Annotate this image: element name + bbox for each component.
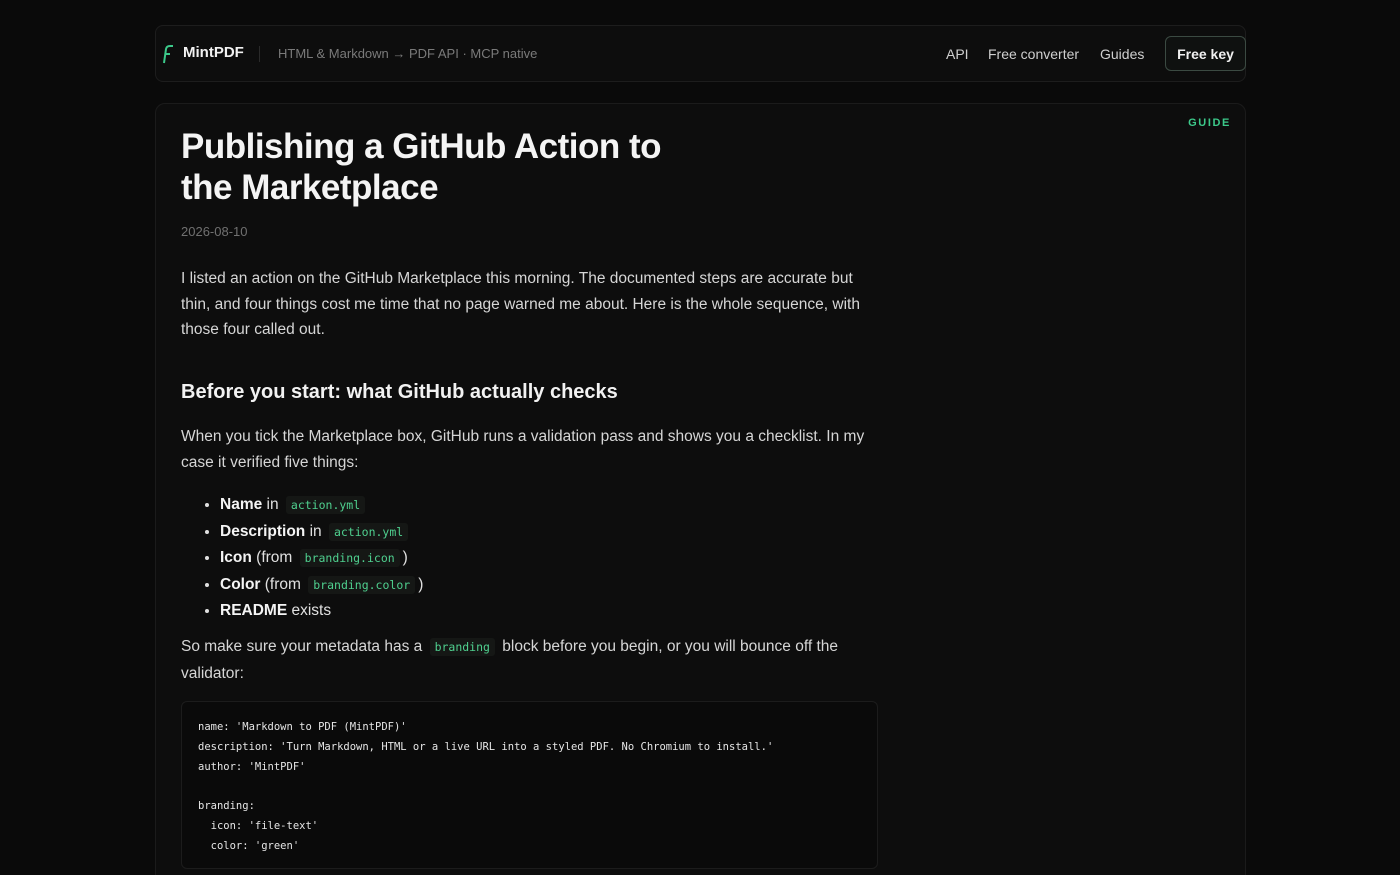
inline-code: branding.color <box>308 575 416 594</box>
checklist: Name in action.yml Description in action… <box>220 492 423 624</box>
mintpdf-logo-icon[interactable] <box>162 44 174 64</box>
nav-guides-link[interactable]: Guides <box>1100 46 1144 62</box>
article-intro: I listed an action on the GitHub Marketp… <box>181 270 860 338</box>
inline-code: action.yml <box>328 522 409 541</box>
code-line: color: 'green' <box>198 839 300 852</box>
article-title: Publishing a GitHub Action to the Market… <box>181 127 662 207</box>
brand-name[interactable]: MintPDF <box>183 44 244 61</box>
header-tagline: HTML & Markdown → PDF API · MCP native <box>278 46 538 61</box>
checklist-item: Icon (from branding.icon) <box>220 545 423 572</box>
code-line: icon: 'file-text' <box>198 819 319 832</box>
guide-badge: GUIDE <box>1188 117 1231 129</box>
nav-api-link[interactable]: API <box>946 46 969 62</box>
header-divider <box>259 46 260 62</box>
article-date: 2026-08-10 <box>181 224 248 239</box>
section-heading: Before you start: what GitHub actually c… <box>181 381 618 403</box>
checklist-item: README exists <box>220 598 423 624</box>
inline-code: branding <box>429 638 495 656</box>
inline-code: branding.icon <box>299 549 400 567</box>
code-line: name: 'Markdown to PDF (MintPDF)' <box>198 721 407 733</box>
free-key-button[interactable]: Free key <box>1165 36 1246 71</box>
code-line: branding: <box>198 800 255 813</box>
branding-paragraph: So make sure your metadata has a brandin… <box>181 638 839 682</box>
checklist-item: Name in action.yml <box>220 492 423 519</box>
inline-code: action.yml <box>285 496 366 514</box>
checklist-item: Color (from branding.color) <box>220 572 423 599</box>
site-header: MintPDF HTML & Markdown → PDF API · MCP … <box>155 25 1246 82</box>
nav-free-converter-link[interactable]: Free converter <box>988 46 1079 62</box>
code-line: description: 'Turn Markdown, HTML or a l… <box>198 740 774 753</box>
article-card: GUIDE Publishing a GitHub Action to the … <box>155 103 1246 875</box>
section-text: When you tick the Marketplace box, GitHu… <box>181 428 865 471</box>
code-line: author: 'MintPDF' <box>198 760 306 773</box>
checklist-item: Description in action.yml <box>220 519 423 546</box>
code-block[interactable]: name: 'Markdown to PDF (MintPDF)' descrip… <box>181 701 878 869</box>
